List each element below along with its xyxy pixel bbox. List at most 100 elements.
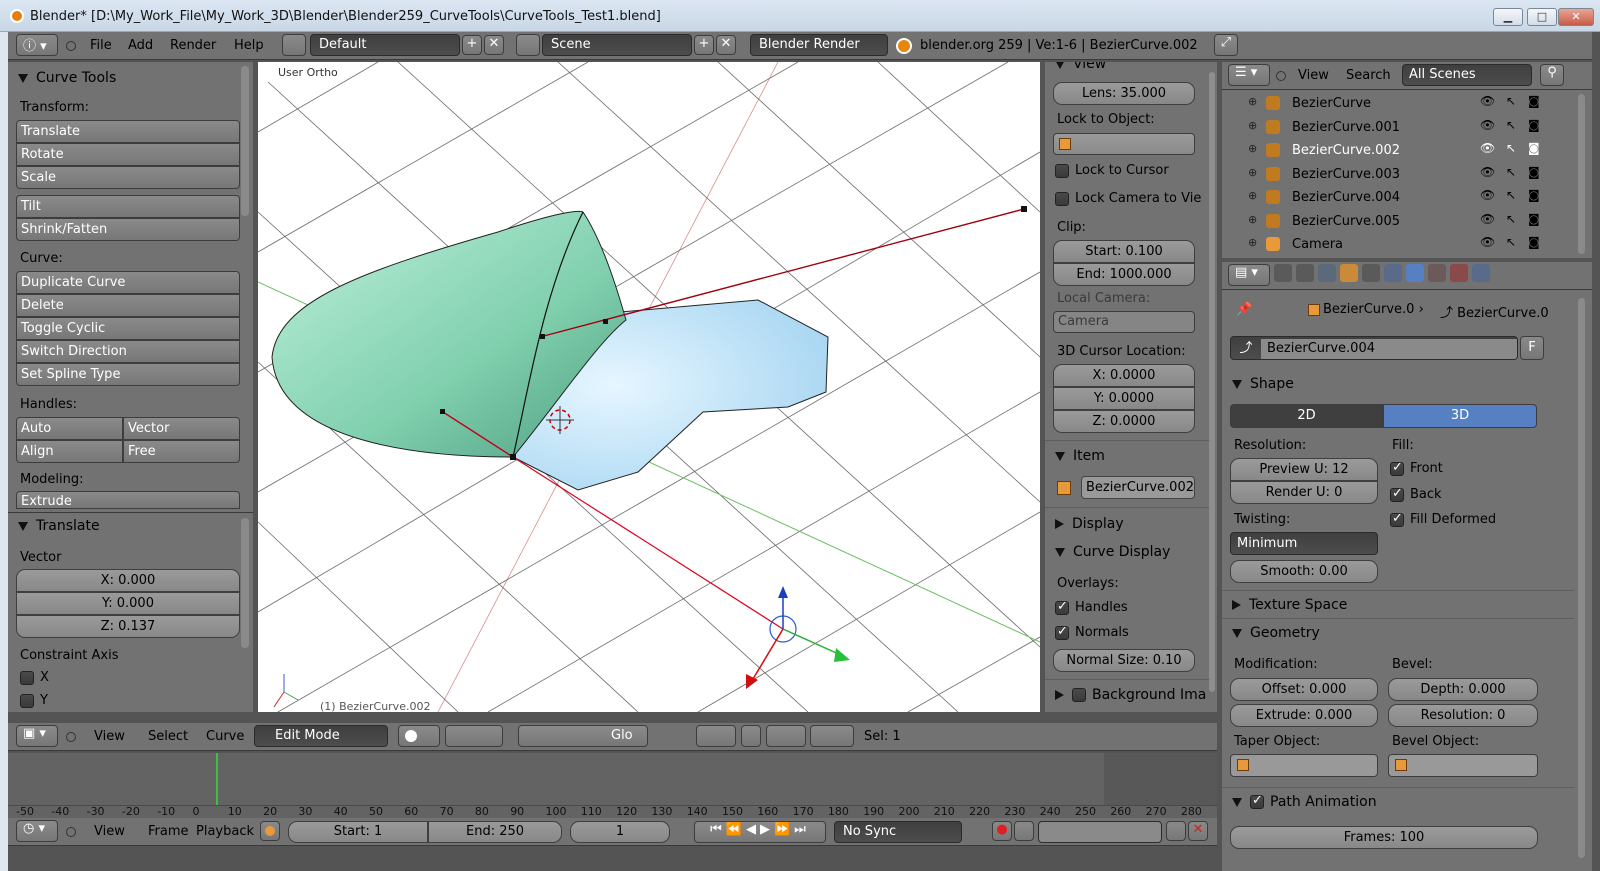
handle-free-button[interactable]: Free xyxy=(123,440,240,463)
collapse-icon[interactable] xyxy=(66,41,76,51)
mode-selector[interactable]: Edit Mode xyxy=(254,725,388,747)
lock-camera-checkbox[interactable]: Lock Camera to Vie xyxy=(1055,191,1201,206)
remove-layout-button[interactable]: ✕ xyxy=(484,35,504,55)
n-panel-scrollbar[interactable] xyxy=(1209,72,1215,692)
expand-icon[interactable]: ⊕ xyxy=(1248,213,1257,226)
editor-type-info[interactable]: ⓘ ▾ xyxy=(16,34,58,56)
collapse-icon[interactable] xyxy=(66,827,76,837)
menu-select[interactable]: Select xyxy=(148,729,188,744)
handle-vector-button[interactable]: Vector xyxy=(123,417,240,440)
outliner-row[interactable]: ⊕ BezierCurve 👁 ↖ ◙ xyxy=(1222,92,1572,116)
outliner-menu-search[interactable]: Search xyxy=(1346,68,1391,83)
fake-user-button[interactable]: F xyxy=(1520,336,1544,360)
handles-overlay-checkbox[interactable]: Handles xyxy=(1055,599,1128,615)
keying-set-field[interactable] xyxy=(1038,821,1162,843)
switch-direction-button[interactable]: Switch Direction xyxy=(16,340,240,363)
visibility-icon[interactable]: 👁 xyxy=(1480,118,1495,132)
normal-size-field[interactable]: Normal Size: 0.10 xyxy=(1053,649,1195,672)
lock-cursor-checkbox[interactable]: Lock to Cursor xyxy=(1055,163,1169,178)
insert-keyframe-icon[interactable] xyxy=(1166,821,1186,841)
render-engine-selector[interactable]: Blender Render xyxy=(750,34,888,56)
offset-field[interactable]: Offset: 0.000 xyxy=(1230,678,1378,701)
fill-back-checkbox[interactable]: Back xyxy=(1390,486,1442,502)
shrink-fatten-button[interactable]: Shrink/Fatten xyxy=(16,218,240,241)
expand-icon[interactable]: ⊕ xyxy=(1248,236,1257,249)
editor-type-3d[interactable]: ▣ ▾ xyxy=(16,725,58,747)
transform-manipulator[interactable] xyxy=(746,586,850,689)
minimize-button[interactable]: ▁ xyxy=(1493,8,1523,26)
visibility-icon[interactable]: 👁 xyxy=(1480,165,1495,179)
path-animation-header[interactable]: Path Animation xyxy=(1232,793,1377,810)
duplicate-curve-button[interactable]: Duplicate Curve xyxy=(16,271,240,294)
render-camera-icon[interactable]: ◙ xyxy=(1528,165,1540,179)
texture-space-header[interactable]: Texture Space xyxy=(1232,597,1347,613)
physics-tab-icon[interactable] xyxy=(1472,264,1490,282)
outliner-row[interactable]: ⊕ BezierCurve.001 👁 ↖ ◙ xyxy=(1222,116,1572,140)
menu-view[interactable]: View xyxy=(94,729,125,744)
item-name-field[interactable]: BezierCurve.002 xyxy=(1081,476,1195,499)
cursor-y-field[interactable]: Y: 0.0000 xyxy=(1053,387,1195,410)
selectable-icon[interactable]: ↖ xyxy=(1506,235,1516,249)
search-icon[interactable]: ⚲ xyxy=(1540,64,1564,86)
remove-scene-button[interactable]: ✕ xyxy=(716,35,736,55)
vector-z-field[interactable]: Z: 0.137 xyxy=(16,615,240,638)
editor-type-outliner[interactable]: ☰ ▾ xyxy=(1228,64,1270,86)
scene-selector[interactable]: Scene xyxy=(542,34,692,56)
selectable-icon[interactable]: ↖ xyxy=(1506,94,1516,108)
control-point[interactable] xyxy=(603,319,608,324)
tilt-button[interactable]: Tilt xyxy=(16,195,240,218)
add-scene-button[interactable]: + xyxy=(694,35,714,55)
delete-button[interactable]: Delete xyxy=(16,294,240,317)
operator-scrollbar[interactable] xyxy=(241,518,249,648)
vector-y-field[interactable]: Y: 0.000 xyxy=(16,592,240,615)
render-buttons[interactable] xyxy=(810,725,854,747)
handle-align-button[interactable]: Align xyxy=(16,440,123,463)
datablock-selector[interactable]: ⤴ BezierCurve.004 xyxy=(1230,336,1518,360)
render-u-field[interactable]: Render U: 0 xyxy=(1230,481,1378,504)
constraints-tab-icon[interactable] xyxy=(1362,264,1380,282)
texture-tab-icon[interactable] xyxy=(1450,264,1468,282)
selectable-icon[interactable]: ↖ xyxy=(1506,165,1516,179)
expand-icon[interactable]: ⊕ xyxy=(1248,189,1257,202)
bevel-object-field[interactable] xyxy=(1388,754,1538,777)
visibility-icon[interactable]: 👁 xyxy=(1480,235,1495,249)
frames-field[interactable]: Frames: 100 xyxy=(1230,826,1538,849)
collapse-icon[interactable] xyxy=(1276,71,1286,81)
layers-button[interactable] xyxy=(696,725,736,747)
outliner-row[interactable]: ⊕ BezierCurve.003 👁 ↖ ◙ xyxy=(1222,163,1572,187)
menu-help[interactable]: Help xyxy=(234,38,264,53)
extrude-field[interactable]: Extrude: 0.000 xyxy=(1230,704,1378,727)
timeline-menu-frame[interactable]: Frame xyxy=(148,824,189,839)
visibility-icon[interactable]: 👁 xyxy=(1480,188,1495,202)
preview-range-button[interactable] xyxy=(260,821,280,841)
vector-x-field[interactable]: X: 0.000 xyxy=(16,569,240,592)
twisting-selector[interactable]: Minimum xyxy=(1230,532,1378,555)
expand-icon[interactable]: ⊕ xyxy=(1248,119,1257,132)
viewport-3d[interactable]: User Ortho (1) BezierCurve.002 xyxy=(258,62,1040,712)
smooth-field[interactable]: Smooth: 0.00 xyxy=(1230,560,1378,583)
scene-icon[interactable] xyxy=(516,34,540,56)
fill-front-checkbox[interactable]: Front xyxy=(1390,460,1443,476)
expand-icon[interactable]: ⊕ xyxy=(1248,166,1257,179)
scene-tab-icon[interactable] xyxy=(1296,264,1314,282)
delete-keyframe-icon[interactable]: ✕ xyxy=(1188,821,1208,841)
control-point[interactable] xyxy=(540,334,545,339)
menu-file[interactable]: File xyxy=(90,38,112,53)
outliner-row[interactable]: ⊕ BezierCurve.002 👁 ↖ ◙ xyxy=(1222,139,1572,163)
outliner-row[interactable]: ⊕ Camera 👁 ↖ ◙ xyxy=(1222,233,1572,257)
control-point[interactable] xyxy=(510,454,516,460)
render-tab-icon[interactable] xyxy=(1274,264,1292,282)
render-camera-icon[interactable]: ◙ xyxy=(1528,212,1540,226)
layout-selector[interactable]: Default xyxy=(310,34,460,56)
bevel-resolution-field[interactable]: Resolution: 0 xyxy=(1388,704,1538,727)
properties-scrollbar[interactable] xyxy=(1578,298,1585,858)
translate-operator-header[interactable]: Translate xyxy=(18,518,100,534)
toolshelf-scrollbar[interactable] xyxy=(241,66,249,216)
timeline[interactable]: -50 -40 -30 -20 -10 0 10 20 30 40 50 60 70 80 90 100 110… xyxy=(8,753,1217,823)
render-camera-icon[interactable]: ◙ xyxy=(1528,94,1540,108)
preview-u-field[interactable]: Preview U: 12 xyxy=(1230,458,1378,481)
normals-overlay-checkbox[interactable]: Normals xyxy=(1055,624,1129,640)
curve-data-tab-icon[interactable] xyxy=(1406,264,1424,282)
extrude-button[interactable]: Extrude xyxy=(16,491,240,509)
editor-type-properties[interactable]: ▤ ▾ xyxy=(1228,264,1270,286)
